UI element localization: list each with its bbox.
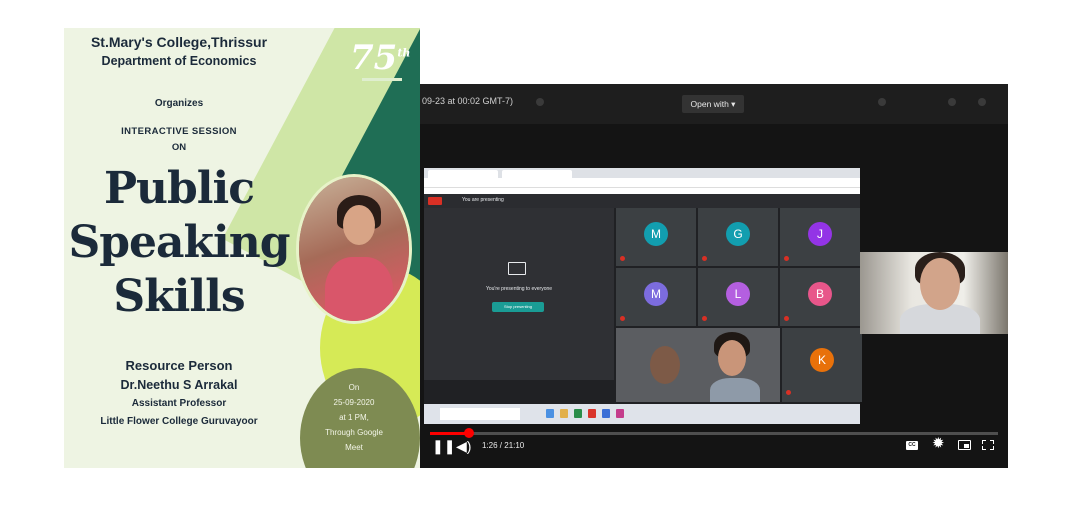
browser-tabs — [424, 168, 860, 178]
resource-heading: Resource Person — [125, 358, 233, 373]
event-title-line2: Speaking — [68, 217, 290, 268]
participant-avatar: M — [644, 222, 668, 246]
present-screen-icon — [508, 262, 526, 275]
participant-video-body — [710, 378, 760, 402]
browser-address-bar — [424, 178, 860, 188]
event-platform: Meet — [345, 443, 363, 452]
mic-off-icon — [784, 256, 789, 261]
mic-off-icon — [620, 316, 625, 321]
browser-tab — [428, 170, 498, 178]
participant-tile: M — [616, 268, 696, 326]
session-type: INTERACTIVE SESSION — [121, 126, 237, 137]
participant-avatar: B — [808, 282, 832, 306]
taskbar-app-icon — [616, 409, 624, 418]
event-details: On 25-09-2020 at 1 PM, Through Google Me… — [306, 380, 402, 455]
participant-video — [650, 346, 680, 384]
taskbar-app-icon — [574, 409, 582, 418]
participant-avatar: L — [726, 282, 750, 306]
windows-taskbar — [424, 404, 860, 424]
presenting-message: You're presenting to everyone — [485, 286, 553, 292]
stop-presenting-button: Stop presenting — [492, 302, 544, 312]
volume-icon[interactable]: ◀) — [456, 438, 471, 454]
session-on: ON — [171, 142, 187, 153]
toolbar-icon[interactable] — [978, 98, 986, 106]
presenting-panel: You're presenting to everyone Stop prese… — [424, 208, 614, 380]
college-name: St.Mary's College,Thrissur — [90, 34, 268, 50]
participant-tile: J — [780, 208, 860, 266]
event-title-line3: Skills — [113, 271, 245, 322]
settings-icon[interactable]: ✹ — [932, 436, 945, 452]
speaker-affiliation: Little Flower College Guruvayoor — [100, 416, 258, 427]
participant-tile: L — [698, 268, 778, 326]
participant-avatar: K — [810, 348, 834, 372]
participant-tile: B — [780, 268, 860, 326]
taskbar-app-icon — [546, 409, 554, 418]
participant-avatar: M — [644, 282, 668, 306]
participant-avatar: J — [808, 222, 832, 246]
video-player[interactable]: 09-23 at 00:02 GMT-7) Open with ▾ You ar… — [420, 84, 1008, 468]
participant-camera-tile — [616, 328, 780, 402]
speaker-photo — [296, 174, 412, 324]
event-time: at 1 PM, — [339, 413, 369, 422]
presenting-status: You are presenting — [462, 197, 504, 203]
mic-off-icon — [702, 256, 707, 261]
participant-tile: G — [698, 208, 778, 266]
taskbar-app-icon — [602, 409, 610, 418]
department-name: Department of Economics — [101, 54, 257, 68]
anniversary-logo-underline — [362, 78, 402, 81]
meet-top-bar: You are presenting — [424, 194, 860, 208]
taskbar-search — [440, 408, 520, 420]
scrubber-handle[interactable] — [463, 428, 474, 438]
progress-played — [430, 432, 469, 435]
event-via: Through Google — [325, 428, 383, 437]
organizes-label: Organizes — [154, 98, 204, 109]
video-top-bar: 09-23 at 00:02 GMT-7) Open with ▾ — [420, 84, 1008, 124]
participant-avatar: G — [726, 222, 750, 246]
anniversary-logo: 75th — [350, 38, 411, 78]
meeting-recording-frame: You are presenting You're presenting to … — [424, 168, 862, 424]
participant-video — [718, 340, 746, 376]
mic-off-icon — [786, 390, 791, 395]
taskbar-app-icon — [560, 409, 568, 418]
participant-tile: K — [782, 328, 862, 402]
participant-tile: M — [616, 208, 696, 266]
event-poster: 75th St.Mary's College,Thrissur Departme… — [64, 28, 420, 468]
playback-time: 1:26 / 21:10 — [482, 441, 525, 450]
fullscreen-icon[interactable] — [982, 440, 994, 450]
recording-timestamp: 09-23 at 00:02 GMT-7) — [422, 96, 514, 106]
speaker-role: Assistant Professor — [131, 398, 227, 409]
screenshot-canvas: 75th St.Mary's College,Thrissur Departme… — [0, 0, 1079, 516]
miniplayer-icon[interactable] — [958, 440, 971, 450]
captions-icon[interactable]: CC — [906, 441, 918, 450]
progress-bar[interactable] — [430, 432, 998, 435]
event-title-line1: Public — [103, 163, 255, 214]
speaker-webcam — [860, 252, 1008, 334]
browser-tab — [502, 170, 572, 178]
mic-off-icon — [784, 316, 789, 321]
open-with-button[interactable]: Open with ▾ — [682, 95, 744, 113]
toolbar-icon[interactable] — [878, 98, 886, 106]
event-on: On — [348, 383, 360, 392]
event-date: 25-09-2020 — [333, 398, 375, 407]
rec-indicator — [428, 197, 442, 205]
toolbar-icon[interactable] — [536, 98, 544, 106]
pause-icon[interactable]: ❚❚ — [432, 438, 455, 454]
mic-off-icon — [620, 256, 625, 261]
mic-off-icon — [702, 316, 707, 321]
taskbar-app-icon — [588, 409, 596, 418]
speaker-name: Dr.Neethu S Arrakal — [120, 378, 238, 392]
toolbar-icon[interactable] — [948, 98, 956, 106]
